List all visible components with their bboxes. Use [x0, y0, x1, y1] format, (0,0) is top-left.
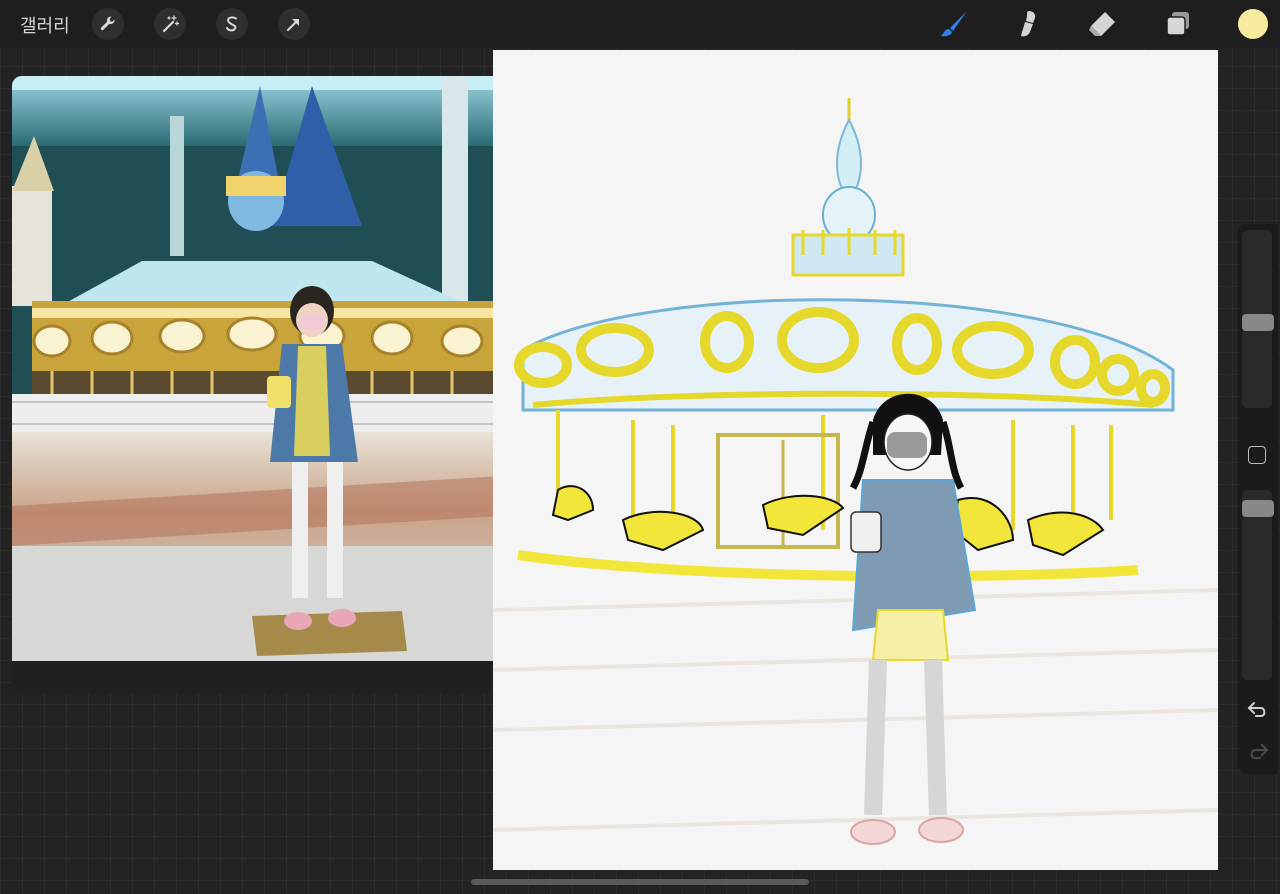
layers-tool[interactable] — [1158, 6, 1198, 42]
magic-wand-icon — [162, 15, 180, 33]
reference-window[interactable] — [12, 76, 501, 693]
home-indicator[interactable] — [471, 879, 809, 885]
transform-button[interactable] — [278, 8, 310, 40]
actions-button[interactable] — [92, 8, 124, 40]
wrench-icon — [100, 16, 115, 31]
smudge-icon — [1021, 11, 1036, 37]
smudge-tool[interactable] — [1008, 6, 1048, 42]
gallery-button[interactable]: 갤러리 — [20, 12, 70, 38]
brush-size-thumb[interactable] — [1242, 314, 1274, 331]
layers-icon — [1166, 12, 1189, 36]
adjustments-button[interactable] — [154, 8, 186, 40]
modify-button[interactable] — [1248, 446, 1266, 464]
opacity-thumb[interactable] — [1242, 500, 1274, 517]
top-toolbar: 갤러리 — [0, 0, 1280, 48]
eraser-tool[interactable] — [1082, 6, 1122, 42]
brush-sidebar — [1238, 224, 1278, 774]
color-swatch[interactable] — [1238, 9, 1268, 39]
transform-arrow-icon — [287, 19, 299, 31]
carousel-sketch — [493, 98, 1218, 845]
redo-icon — [1250, 744, 1269, 759]
opacity-slider[interactable] — [1242, 490, 1274, 680]
reference-photo — [12, 76, 501, 661]
eraser-icon — [1089, 12, 1115, 36]
brush-size-slider[interactable] — [1242, 230, 1274, 408]
undo-icon — [1247, 702, 1266, 717]
brush-icon — [941, 11, 967, 37]
drawing-canvas[interactable] — [493, 50, 1218, 870]
brush-tool[interactable] — [934, 6, 974, 42]
undo-button[interactable] — [1246, 698, 1270, 720]
selection-button[interactable] — [216, 8, 248, 40]
selection-icon — [226, 16, 237, 32]
girl-sketch — [849, 393, 977, 845]
redo-button[interactable] — [1246, 740, 1270, 762]
